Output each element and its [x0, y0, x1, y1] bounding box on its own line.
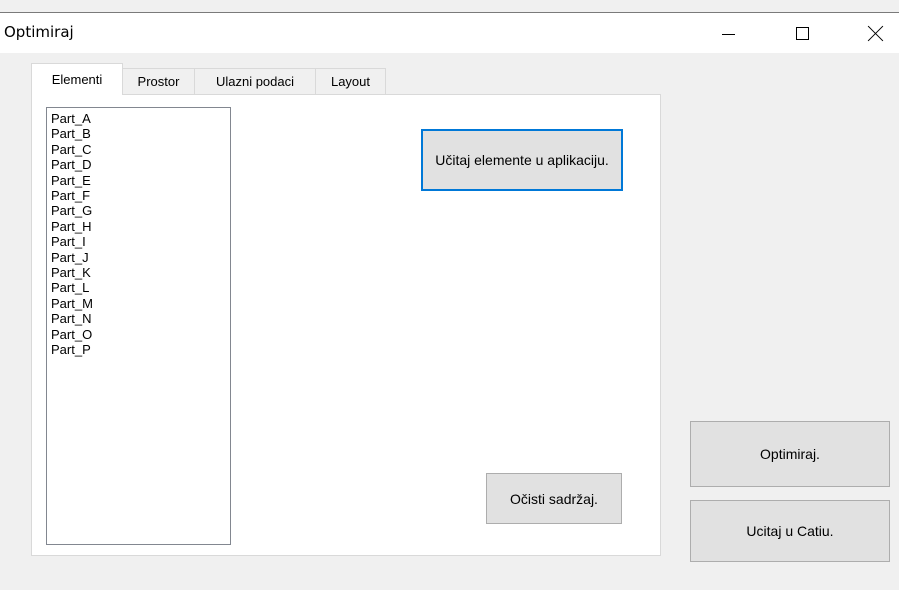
tab-layout[interactable]: Layout — [315, 68, 386, 94]
list-item[interactable]: Part_E — [51, 173, 230, 188]
list-item[interactable]: Part_H — [51, 219, 230, 234]
load-elements-button[interactable]: Učitaj elemente u aplikaciju. — [421, 129, 623, 191]
maximize-icon — [795, 26, 809, 40]
tab-elementi[interactable]: Elementi — [31, 63, 123, 95]
load-into-catia-button[interactable]: Ucitaj u Catiu. — [690, 500, 890, 562]
list-item[interactable]: Part_I — [51, 234, 230, 249]
maximize-button[interactable] — [779, 13, 825, 53]
minimize-button[interactable] — [705, 13, 751, 53]
list-item[interactable]: Part_J — [51, 250, 230, 265]
window-top-edge — [0, 0, 899, 13]
close-button[interactable] — [853, 13, 899, 53]
list-item[interactable]: Part_K — [51, 265, 230, 280]
minimize-icon — [721, 33, 735, 35]
tab-ulazni-podaci[interactable]: Ulazni podaci — [194, 68, 316, 94]
list-item[interactable]: Part_A — [51, 111, 230, 126]
list-item[interactable]: Part_P — [51, 342, 230, 357]
title-bar[interactable]: Optimiraj — [0, 13, 899, 53]
list-item[interactable]: Part_D — [51, 157, 230, 172]
list-item[interactable]: Part_F — [51, 188, 230, 203]
list-item[interactable]: Part_G — [51, 203, 230, 218]
optimize-button[interactable]: Optimiraj. — [690, 421, 890, 487]
close-icon — [868, 25, 884, 41]
list-item[interactable]: Part_M — [51, 296, 230, 311]
parts-listbox[interactable]: Part_A Part_B Part_C Part_D Part_E Part_… — [46, 107, 231, 545]
list-item[interactable]: Part_B — [51, 126, 230, 141]
list-item[interactable]: Part_O — [51, 327, 230, 342]
window-title: Optimiraj — [4, 23, 74, 41]
list-item[interactable]: Part_L — [51, 280, 230, 295]
list-item[interactable]: Part_C — [51, 142, 230, 157]
application-window: Optimiraj Prostor Ulazni podaci Layout E… — [0, 0, 899, 590]
list-item[interactable]: Part_N — [51, 311, 230, 326]
clear-content-button[interactable]: Očisti sadržaj. — [486, 473, 622, 524]
tab-prostor[interactable]: Prostor — [122, 68, 195, 94]
